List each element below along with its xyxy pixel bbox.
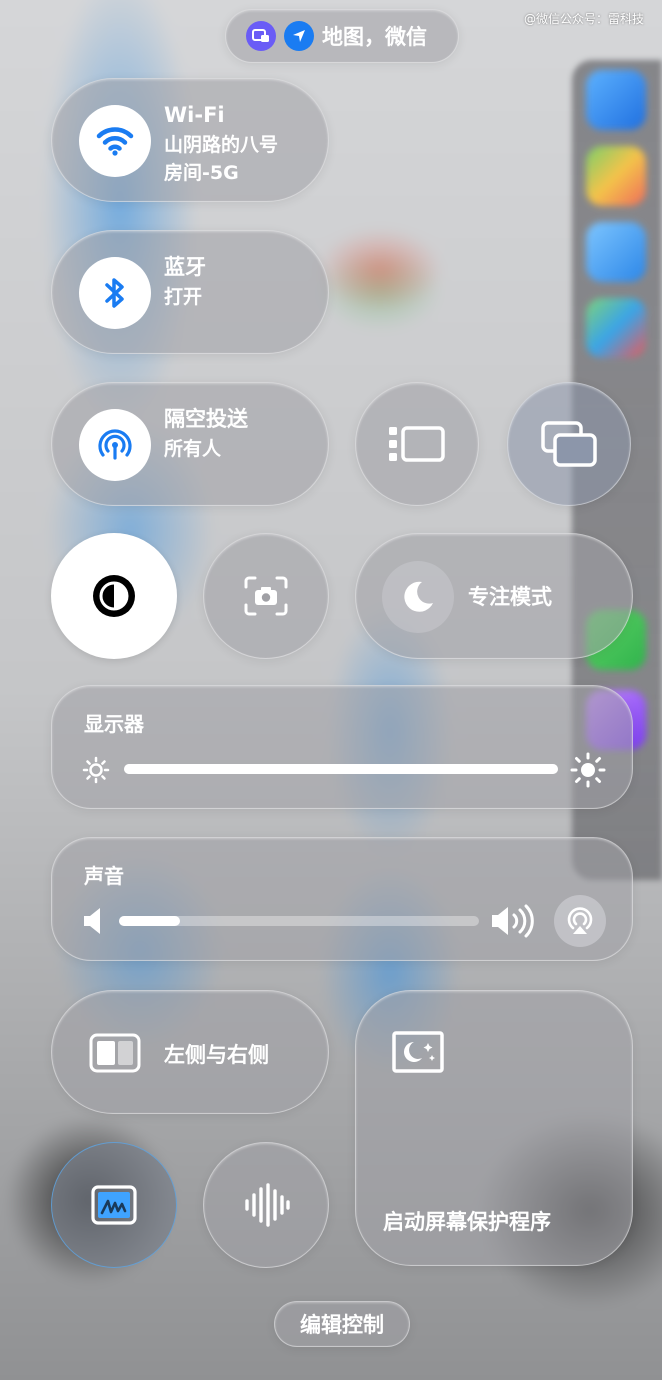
dock-app <box>586 298 646 358</box>
sound-card: 声音 <box>51 837 633 961</box>
dock-app <box>586 70 646 130</box>
sun-icon <box>570 752 606 788</box>
quick-note-button[interactable] <box>51 1142 177 1268</box>
focus-label: 专注模式 <box>468 585 552 609</box>
airdrop-title: 隔空投送 <box>164 407 248 431</box>
dock-app <box>586 146 646 206</box>
airplay-button[interactable] <box>554 895 606 947</box>
privacy-apps-label: 地图，微信 <box>322 25 427 49</box>
screen-mirroring-icon <box>541 421 597 467</box>
brightness-slider[interactable] <box>124 764 558 774</box>
airdrop-toggle[interactable] <box>79 409 151 481</box>
privacy-indicator-pill[interactable]: 地图，微信 <box>225 9 459 63</box>
screenshot-icon <box>244 576 288 616</box>
split-view-tile[interactable]: 左侧与右侧 <box>51 990 329 1114</box>
airdrop-tile[interactable]: 隔空投送 所有人 <box>51 382 329 506</box>
volume-fill <box>119 916 181 926</box>
focus-toggle[interactable] <box>382 561 454 633</box>
sound-recognition-icon <box>245 1183 290 1227</box>
speaker-icon <box>492 904 534 938</box>
location-arrow-icon <box>284 21 314 51</box>
edit-controls-label: 编辑控制 <box>300 1313 384 1337</box>
dark-mode-button[interactable] <box>51 533 177 659</box>
bluetooth-status: 打开 <box>164 286 203 308</box>
sun-icon <box>82 756 110 784</box>
wifi-tile[interactable]: Wi-Fi 山阴路的八号 房间-5G <box>51 78 329 202</box>
wifi-toggle[interactable] <box>79 105 151 177</box>
wifi-title: Wi-Fi <box>164 103 225 127</box>
stage-manager-button[interactable] <box>355 382 479 506</box>
airplay-icon <box>567 907 593 934</box>
wifi-network-name: 山阴路的八号 房间-5G <box>164 131 314 187</box>
screen-mirroring-button[interactable] <box>507 382 631 506</box>
dark-mode-icon <box>93 575 135 617</box>
display-card: 显示器 <box>51 685 633 809</box>
screensaver-icon <box>392 1031 444 1073</box>
moon-icon <box>404 581 433 612</box>
wifi-network-line2: 房间-5G <box>164 162 239 184</box>
sound-recognition-button[interactable] <box>203 1142 329 1268</box>
sound-label: 声音 <box>84 864 124 888</box>
focus-tile[interactable]: 专注模式 <box>355 533 633 659</box>
dock-app <box>586 222 646 282</box>
split-view-icon <box>89 1033 141 1073</box>
wifi-network-line1: 山阴路的八号 <box>164 134 279 156</box>
wifi-icon <box>96 127 134 156</box>
brightness-fill <box>124 764 558 774</box>
volume-slider[interactable] <box>119 916 479 926</box>
bluetooth-toggle[interactable] <box>79 257 151 329</box>
quick-note-icon <box>91 1185 137 1225</box>
edit-controls-button[interactable]: 编辑控制 <box>274 1301 410 1347</box>
airdrop-status: 所有人 <box>164 438 222 460</box>
bluetooth-icon <box>105 278 124 308</box>
display-label: 显示器 <box>84 712 144 736</box>
speaker-icon <box>84 908 100 934</box>
split-view-label: 左侧与右侧 <box>164 1043 269 1067</box>
bluetooth-title: 蓝牙 <box>164 255 206 279</box>
screensaver-tile[interactable]: 启动屏幕保护程序 <box>355 990 633 1266</box>
screenshot-button[interactable] <box>203 533 329 659</box>
screensaver-label: 启动屏幕保护程序 <box>383 1210 551 1234</box>
stage-manager-icon <box>389 426 445 462</box>
bluetooth-tile[interactable]: 蓝牙 打开 <box>51 230 329 354</box>
stage-manager-badge-icon <box>246 21 276 51</box>
airdrop-icon <box>98 429 132 460</box>
watermark: @微信公众号：雷科技 <box>523 12 644 26</box>
